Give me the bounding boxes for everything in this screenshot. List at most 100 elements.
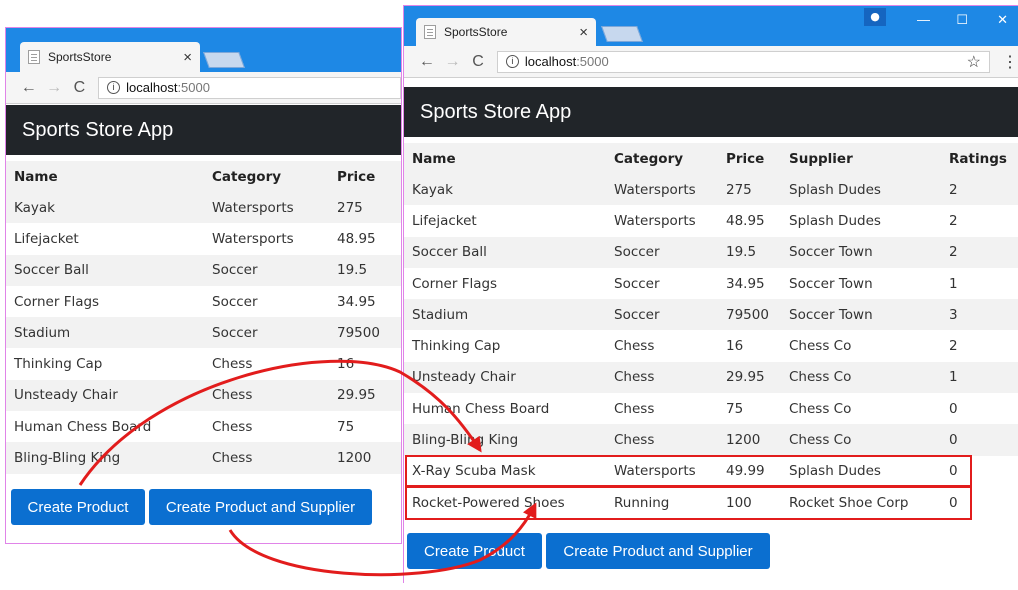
table-row: Soccer Ball Soccer 19.5 (6, 254, 401, 286)
tab-title: SportsStore (48, 50, 112, 64)
reload-icon[interactable]: C (465, 53, 491, 71)
page-icon (28, 50, 40, 64)
forward-arrow-icon[interactable]: → (440, 53, 466, 71)
cell: 2 (941, 330, 1018, 362)
cell: Splash Dudes (781, 174, 941, 206)
forward-arrow-icon[interactable]: → (41, 79, 66, 97)
cell: Thinking Cap (404, 330, 606, 362)
cell: 3 (941, 299, 1018, 331)
close-window-icon[interactable]: ✕ (997, 12, 1008, 28)
cell: Chess Co (781, 424, 941, 456)
minimize-icon[interactable]: — (917, 12, 930, 27)
close-tab-icon[interactable]: × (183, 49, 192, 66)
cell: Bling-Bling King (6, 442, 204, 474)
cell: Chess Co (781, 361, 941, 394)
cell: 2 (941, 205, 1018, 237)
star-icon[interactable]: ☆ (967, 52, 981, 72)
close-tab-icon[interactable]: × (579, 24, 588, 41)
cell: Stadium (6, 317, 204, 349)
cell: 79500 (718, 299, 781, 331)
cell: Chess (606, 424, 718, 456)
new-tab-button[interactable] (203, 52, 245, 68)
column-header: Name (6, 161, 204, 192)
cell: 48.95 (718, 205, 781, 237)
table-row: Unsteady Chair Chess 29.95 Chess Co 1 (404, 361, 1018, 394)
cell: 29.95 (329, 379, 401, 412)
table-row-new: X-Ray Scuba Mask Watersports 49.99 Splash D… (404, 455, 1018, 487)
table-row: Stadium Soccer 79500 Soccer Town 3 (404, 299, 1018, 331)
table-row: Soccer Ball Soccer 19.5 Soccer Town 2 (404, 236, 1018, 268)
browser-titlebar: SportsStore × ● — ☐ ✕ (404, 6, 1018, 46)
table-row: Kayak Watersports 275 Splash Dudes 2 (404, 174, 1018, 206)
column-header: Ratings (941, 143, 1018, 174)
user-icon[interactable]: ● (864, 8, 886, 26)
cell: Chess Co (781, 393, 941, 425)
url-field[interactable]: i localhost :5000 (98, 76, 401, 99)
info-icon[interactable]: i (505, 55, 519, 68)
browser-tab[interactable]: SportsStore × (416, 18, 596, 46)
url-field[interactable]: i localhost :5000 ☆ (496, 50, 990, 73)
cell: Watersports (606, 174, 718, 206)
cell: 2 (941, 174, 1018, 206)
cell: 1 (941, 361, 1018, 394)
app-title: Sports Store App (6, 105, 401, 155)
cell: 0 (941, 486, 1018, 519)
cell: 34.95 (329, 285, 401, 318)
cell: Chess (204, 442, 329, 474)
column-header: Name (404, 143, 606, 174)
cell: Splash Dudes (781, 205, 941, 237)
cell: Watersports (606, 455, 718, 487)
reload-icon[interactable]: C (67, 79, 92, 97)
cell: Chess Co (781, 330, 941, 362)
create-product-and-supplier-button[interactable]: Create Product and Supplier (546, 533, 770, 569)
cell: 19.5 (718, 236, 781, 268)
cell: 49.99 (718, 455, 781, 487)
cell: Corner Flags (404, 267, 606, 300)
back-arrow-icon[interactable]: ← (16, 79, 41, 97)
table-row: Thinking Cap Chess 16 Chess Co 2 (404, 330, 1018, 362)
column-header: Price (718, 143, 781, 174)
cell: Soccer Ball (404, 236, 606, 268)
table-row: Human Chess Board Chess 75 Chess Co 0 (404, 393, 1018, 425)
browser-tab[interactable]: SportsStore × (20, 42, 200, 72)
cell: 275 (718, 174, 781, 206)
cell: Soccer Town (781, 267, 941, 300)
cell: Rocket Shoe Corp (781, 486, 941, 519)
cell: Rocket-Powered Shoes (404, 486, 606, 519)
kebab-menu-icon[interactable]: ⋮ (1002, 52, 1018, 72)
back-arrow-icon[interactable]: ← (414, 53, 440, 71)
create-product-button[interactable]: Create Product (407, 533, 542, 569)
browser-titlebar: SportsStore × (6, 28, 401, 72)
cell: Chess (204, 348, 329, 380)
table-row: Corner Flags Soccer 34.95 (6, 285, 401, 318)
cell: 2 (941, 236, 1018, 268)
create-product-button[interactable]: Create Product (11, 489, 145, 525)
cell: Unsteady Chair (6, 379, 204, 412)
cell: Soccer (606, 267, 718, 300)
cell: Chess (606, 361, 718, 394)
cell: Lifejacket (6, 223, 204, 255)
cell: 275 (329, 192, 401, 224)
cell: Watersports (204, 223, 329, 255)
url-port: :5000 (576, 54, 609, 69)
maximize-icon[interactable]: ☐ (956, 12, 968, 28)
cell: Watersports (204, 192, 329, 224)
info-icon[interactable]: i (107, 81, 121, 94)
create-product-and-supplier-button[interactable]: Create Product and Supplier (149, 489, 372, 525)
app-title: Sports Store App (404, 87, 1018, 137)
cell: 100 (718, 486, 781, 519)
products-table: Name Category Price Kayak Watersports 275 … (6, 161, 401, 474)
cell: Corner Flags (6, 285, 204, 318)
cell: Watersports (606, 205, 718, 237)
browser-window-before: SportsStore × ← → C i localhost :5000 Sp… (5, 27, 402, 544)
cell: Soccer Town (781, 236, 941, 268)
table-row: Kayak Watersports 275 (6, 192, 401, 224)
table-row: Bling-Bling King Chess 1200 Chess Co 0 (404, 424, 1018, 456)
column-header: Category (606, 143, 718, 174)
column-header: Price (329, 161, 401, 192)
cell: Chess (204, 379, 329, 412)
cell: 48.95 (329, 223, 401, 255)
table-row: Bling-Bling King Chess 1200 (6, 442, 401, 474)
cell: Soccer (204, 317, 329, 349)
new-tab-button[interactable] (601, 26, 643, 42)
